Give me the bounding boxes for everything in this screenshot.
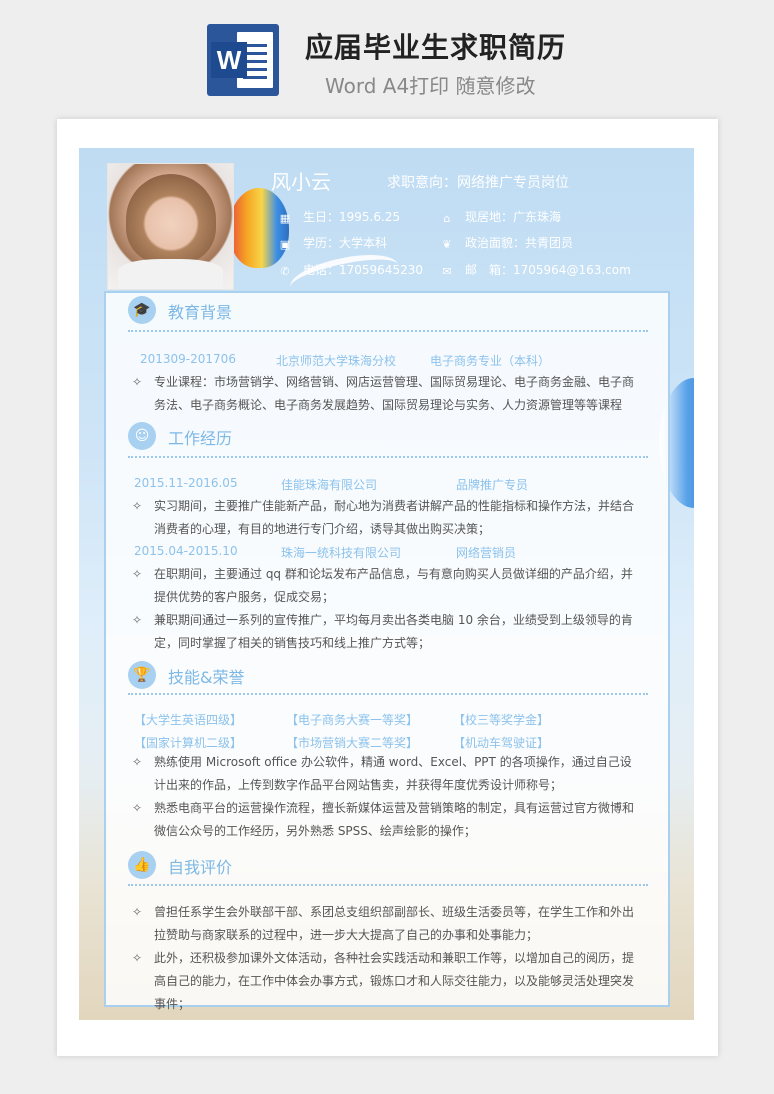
resume-page: 风小云 求职意向：网络推广专员岗位 ▦ 生日：1995.6.25 ⌂ 现居地：广东珠…	[79, 148, 694, 1020]
edu-period: 201309-201706	[140, 352, 236, 366]
section-title: 教育背景	[168, 303, 233, 322]
birth-info: ▦ 生日：1995.6.25	[279, 210, 401, 225]
document-title: 应届毕业生求职简历	[305, 31, 567, 64]
politics-info: ❦ 政治面貌：共青团员	[442, 236, 574, 251]
avatar-photo	[107, 163, 234, 290]
phone-info: ✆ 电话：17059645230	[280, 263, 423, 278]
award-item: 【国家计算机二级】	[134, 736, 243, 750]
bullet-icon: ✧	[132, 613, 143, 627]
job-period: 2015.11-2016.05	[134, 476, 238, 490]
leaf-icon: ❦	[442, 238, 452, 251]
job-period: 2015.04-2015.10	[134, 544, 238, 558]
word-letter: W	[211, 42, 247, 78]
trophy-icon: 🏆	[128, 661, 156, 689]
email-info: ✉ 邮 箱：1705964@163.com	[442, 263, 631, 278]
section-divider	[128, 456, 648, 458]
graduation-icon: ▣	[279, 238, 291, 251]
graduation-cap-icon: 🎓	[128, 296, 156, 324]
list-item: ✧ 曾担任系学生会外联部干部、系团总支组织部副部长、班级生活委员等，在学生工作和…	[132, 901, 642, 947]
resume-content-card: 🎓 教育背景 201309-201706 北京师范大学珠海分校 电子商务专业（本…	[104, 291, 670, 1011]
edu-school: 北京师范大学珠海分校	[276, 354, 397, 368]
hot-air-balloon-decoration	[229, 188, 289, 268]
job-intent: 求职意向：网络推广专员岗位	[387, 175, 569, 191]
bullet-icon: ✧	[132, 755, 143, 769]
list-item: ✧ 此外，还积极参加课外文体活动，各种社会实践活动和兼职工作等，以增加自己的阅历…	[132, 947, 642, 1016]
list-item: ✧ 在职期间，主要通过 qq 群和论坛发布产品信息，与有意向购买人员做详细的产品…	[132, 563, 642, 609]
section-title: 工作经历	[168, 429, 233, 448]
award-item: 【电子商务大赛一等奖】	[286, 713, 419, 727]
award-item: 【机动车驾驶证】	[453, 736, 550, 750]
residence-info: ⌂ 现居地：广东珠海	[441, 208, 562, 225]
home-icon: ⌂	[443, 212, 451, 225]
thumbs-up-icon: 👍	[128, 851, 156, 879]
list-item: ✧ 兼职期间通过一系列的宣传推广，平均每月卖出各类电脑 10 余台，业绩受到上级…	[132, 609, 642, 655]
award-item: 【校三等奖学金】	[453, 713, 550, 727]
section-divider	[128, 693, 648, 695]
section-divider	[128, 330, 648, 332]
list-item: ✧ 专业课程：市场营销学、网络营销、网店运营管理、国际贸易理论、电子商务金融、电…	[132, 371, 642, 417]
award-item: 【大学生英语四级】	[134, 713, 243, 727]
word-document-icon: W	[207, 24, 279, 96]
page-header: W 应届毕业生求职简历 Word A4打印 随意修改	[0, 0, 774, 110]
job-company: 佳能珠海有限公司	[281, 478, 378, 492]
team-icon: ☺	[128, 422, 156, 450]
job-company: 珠海一统科技有限公司	[281, 546, 402, 560]
bullet-icon: ✧	[132, 567, 143, 581]
phone-icon: ✆	[280, 265, 290, 278]
bullet-icon: ✧	[132, 801, 143, 815]
job-role: 品牌推广专员	[456, 478, 529, 492]
bullet-icon: ✧	[132, 905, 143, 919]
candidate-name: 风小云	[271, 170, 331, 194]
section-divider	[128, 884, 648, 886]
bullet-icon: ✧	[132, 375, 143, 389]
document-subtitle: Word A4打印 随意修改	[325, 74, 536, 98]
list-item: ✧ 实习期间，主要推广佳能新产品，耐心地为消费者讲解产品的性能指标和操作方法，并…	[132, 495, 642, 541]
award-item: 【市场营销大赛二等奖】	[286, 736, 419, 750]
section-title: 自我评价	[168, 858, 233, 877]
job-role: 网络营销员	[456, 546, 517, 560]
bullet-icon: ✧	[132, 499, 143, 513]
education-info: ▣ 学历：大学本科	[279, 236, 388, 251]
mail-icon: ✉	[442, 265, 452, 278]
section-title: 技能&荣誉	[168, 668, 245, 687]
calendar-icon: ▦	[279, 212, 291, 225]
list-item: ✧ 熟练使用 Microsoft office 办公软件，精通 word、Exc…	[132, 751, 642, 797]
edu-major: 电子商务专业（本科）	[430, 354, 551, 368]
list-item: ✧ 熟悉电商平台的运营操作流程，擅长新媒体运营及营销策略的制定，具有运营过官方微…	[132, 797, 642, 843]
bullet-icon: ✧	[132, 951, 143, 965]
